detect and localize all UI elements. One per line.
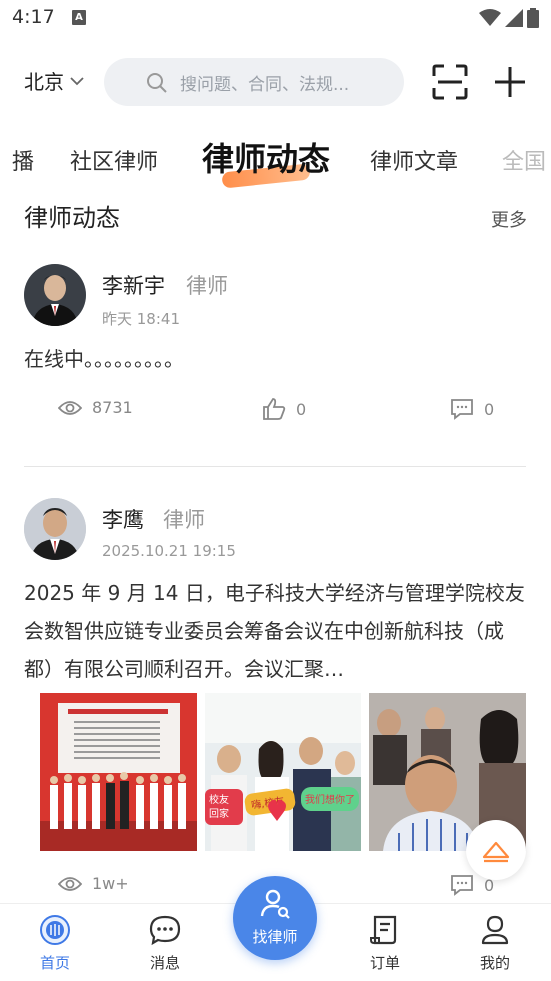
divider [24,466,526,467]
author-name[interactable]: 李鹰 [102,504,144,534]
avatar[interactable] [24,498,86,560]
post-body[interactable]: 2025 年 9 月 14 日，电子科技大学经济与管理学院校友会数智供应链专业委… [24,574,530,688]
comment-icon [451,875,473,896]
nav-mine-label: 我的 [479,954,510,972]
views-stat: 8731 [58,398,133,417]
city-label: 北京 [24,70,64,94]
chevron-down-icon [70,76,84,85]
eye-icon [58,400,82,415]
tab-community-lawyer[interactable]: 社区律师 [70,144,158,176]
notification-icon: A [72,10,86,25]
find-lawyer-button[interactable]: 找律师 [233,876,317,960]
views-count: 1w+ [92,874,129,893]
status-time: 4:17 [12,6,55,28]
author-name[interactable]: 李新宇 [102,270,165,300]
status-bar: 4:17 A [0,0,551,36]
scroll-to-top-button[interactable] [466,820,526,880]
comments-count: 0 [484,399,495,419]
post-body[interactable]: 在线中。。。。。。。。。 [24,340,530,378]
search-placeholder: 搜问题、合同、法规... [180,74,350,95]
post-stats: 8731 0 0 [0,398,551,428]
status-icons [479,8,539,28]
tab-lawyer-news[interactable]: 律师动态 [202,134,330,180]
nav-orders[interactable]: 订单 [350,914,420,973]
likes-count: 0 [296,399,307,419]
category-tabs: 播 社区律师 律师动态 律师文章 全国 [0,130,551,190]
tab-nationwide[interactable]: 全国 [502,144,546,176]
views-count: 8731 [92,398,133,417]
post-time: 昨天 18:41 [102,310,180,328]
sign-text: 回家 [209,807,229,820]
top-bar: 北京 搜问题、合同、法规... [0,56,551,108]
post-photo[interactable] [40,693,197,851]
nav-home-label: 首页 [39,954,70,972]
author-role: 律师 [186,274,228,298]
comment-icon [451,399,473,420]
wifi-icon [479,9,501,26]
search-icon [147,73,167,93]
sign-text: 校友 [209,793,229,806]
nav-home[interactable]: 首页 [20,914,90,973]
battery-icon [527,8,539,28]
like-button[interactable]: 0 [262,398,306,420]
user-icon [481,915,509,945]
thumbs-up-icon [263,398,286,420]
nav-messages-label: 消息 [149,954,180,972]
chat-bubble-icon [149,915,181,946]
search-input[interactable]: 搜问题、合同、法规... [104,58,404,106]
tab-broadcast[interactable]: 播 [12,144,34,176]
nav-orders-label: 订单 [369,954,400,972]
document-icon [370,915,397,945]
sign-text: 我们想你了 [305,793,355,806]
comment-button[interactable]: 0 [450,398,494,420]
nav-mine[interactable]: 我的 [460,914,530,973]
more-link[interactable]: 更多 [491,206,527,232]
event-photo-stage [40,693,197,851]
author-role: 律师 [163,508,205,532]
signal-icon [505,9,523,27]
post-photos: 校友 回家 嗨,校友 我们想你了 [40,693,527,851]
section-title: 律师动态 [24,204,120,232]
post-photo[interactable]: 校友 回家 嗨,校友 我们想你了 [204,693,362,851]
tab-lawyer-articles[interactable]: 律师文章 [370,144,458,176]
user-search-icon [260,889,290,919]
avatar[interactable] [24,264,86,326]
add-icon[interactable] [492,64,528,100]
find-lawyer-label: 找律师 [252,928,298,946]
home-icon [40,915,70,945]
views-stat: 1w+ [58,874,129,893]
avatar-image [24,264,86,326]
nav-messages[interactable]: 消息 [130,914,200,973]
event-photo-group: 校友 回家 嗨,校友 我们想你了 [204,693,362,851]
post-time: 2025.10.21 19:15 [102,542,236,560]
city-selector[interactable]: 北京 [24,66,84,95]
eye-icon [58,876,82,891]
arrow-up-icon [482,841,510,863]
avatar-image [24,498,86,560]
scan-icon[interactable] [432,64,468,100]
